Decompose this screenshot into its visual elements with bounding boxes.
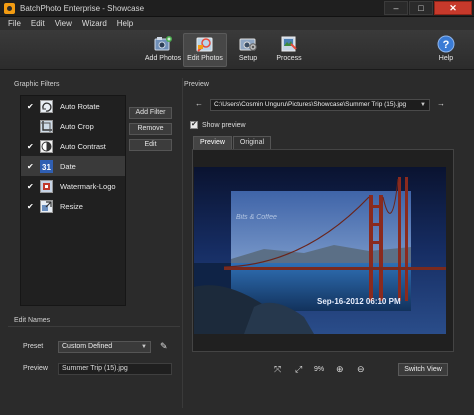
help-button[interactable]: ? Help <box>424 33 468 67</box>
show-preview-checkbox[interactable]: ✔ <box>190 121 198 129</box>
add-photos-button[interactable]: Add Photos <box>141 33 185 67</box>
check-icon[interactable]: ✔ <box>27 182 35 191</box>
svg-text:31: 31 <box>42 163 51 172</box>
filter-watermark-logo[interactable]: ✔ Watermark-Logo <box>21 176 125 196</box>
preview-name-field[interactable]: Summer Trip (15).jpg <box>58 363 172 375</box>
check-icon[interactable]: ✔ <box>27 162 35 171</box>
setup-button[interactable]: Setup <box>226 33 270 67</box>
process-icon <box>280 35 298 53</box>
preview-tabs: Preview Original <box>193 136 272 149</box>
add-filter-button[interactable]: Add Filter <box>129 107 172 119</box>
filter-label: Watermark-Logo <box>60 181 116 191</box>
edit-photos-button[interactable]: Edit Photos <box>183 33 227 67</box>
pencil-icon[interactable]: ✎ <box>160 341 170 351</box>
file-path-select[interactable]: C:\Users\Cosmin Unguru\Pictures\Showcase… <box>210 99 430 111</box>
filter-label: Auto Crop <box>60 121 94 131</box>
menu-edit[interactable]: Edit <box>31 19 45 28</box>
menu-view[interactable]: View <box>55 19 72 28</box>
preset-select[interactable]: Custom Defined ▼ <box>58 341 151 353</box>
add-photos-label: Add Photos <box>144 55 182 62</box>
filter-label: Date <box>60 161 76 171</box>
process-label: Process <box>276 55 302 62</box>
filter-label: Auto Rotate <box>60 101 100 111</box>
app-icon <box>4 3 15 14</box>
show-preview-label: Show preview <box>202 121 246 129</box>
zoom-out-icon[interactable]: ⊖ <box>357 364 365 375</box>
check-icon[interactable]: ✔ <box>27 102 35 111</box>
filter-auto-contrast[interactable]: ✔ Auto Contrast <box>21 136 125 156</box>
edit-photos-label: Edit Photos <box>187 55 223 62</box>
check-icon[interactable]: ✔ <box>27 142 35 151</box>
process-button[interactable]: Process <box>267 33 311 67</box>
edit-filter-button[interactable]: Edit <box>129 139 172 151</box>
date-stamp: Sep-16-2012 06:10 PM <box>317 297 401 306</box>
preview-image: Bits & Coffee Sep-16-2012 06:10 PM <box>194 167 446 334</box>
window-controls: – □ ✕ <box>384 1 472 15</box>
window-title: BatchPhoto Enterprise - Showcase <box>20 4 145 13</box>
filter-label: Auto Contrast <box>60 141 106 151</box>
auto-contrast-icon <box>40 139 53 153</box>
close-button[interactable]: ✕ <box>434 1 472 15</box>
menu-help[interactable]: Help <box>117 19 133 28</box>
auto-rotate-icon <box>40 99 53 113</box>
filter-label: Resize <box>60 201 83 211</box>
tab-preview[interactable]: Preview <box>193 136 232 149</box>
preset-value: Custom Defined <box>62 343 113 350</box>
auto-crop-icon <box>40 119 53 133</box>
switch-view-button[interactable]: Switch View <box>398 363 448 376</box>
previous-arrow-icon[interactable]: ← <box>195 99 203 108</box>
chevron-down-icon: ▼ <box>141 344 147 350</box>
remove-filter-button[interactable]: Remove <box>129 123 172 135</box>
help-label: Help <box>438 55 454 62</box>
file-path-value: C:\Users\Cosmin Unguru\Pictures\Showcase… <box>214 101 407 108</box>
watermark-icon <box>40 179 53 193</box>
maximize-button[interactable]: □ <box>409 1 433 15</box>
preset-label: Preset <box>23 343 44 350</box>
help-icon: ? <box>437 35 455 53</box>
zoom-level: 9% <box>314 366 325 373</box>
watermark-text: Bits & Coffee <box>236 214 277 221</box>
fit-to-window-icon[interactable]: ⤧ <box>274 364 281 375</box>
setup-icon <box>239 35 257 53</box>
main-toolbar: Add Photos Edit Photos Setup Process ? H… <box>0 30 474 70</box>
filter-auto-rotate[interactable]: ✔ Auto Rotate <box>21 96 125 116</box>
preview-title: Preview <box>184 81 209 88</box>
preview-name-label: Preview <box>23 365 48 372</box>
next-arrow-icon[interactable]: → <box>437 99 445 108</box>
setup-label: Setup <box>238 55 258 62</box>
check-icon[interactable]: ✔ <box>27 202 35 211</box>
tab-original[interactable]: Original <box>232 136 272 149</box>
filter-resize[interactable]: ✔ Resize <box>21 196 125 216</box>
menu-wizard[interactable]: Wizard <box>82 19 107 28</box>
actual-size-icon[interactable]: ⤢ <box>295 364 302 375</box>
chevron-down-icon: ▼ <box>420 102 426 108</box>
filter-date[interactable]: ✔ 31 Date <box>21 156 125 176</box>
svg-text:?: ? <box>443 39 450 51</box>
date-icon: 31 <box>40 159 53 173</box>
edit-photos-icon <box>196 35 214 53</box>
filter-auto-crop[interactable]: Auto Crop <box>21 116 125 136</box>
graphic-filters-title: Graphic Filters <box>14 81 60 88</box>
menu-file[interactable]: File <box>8 19 21 28</box>
title-bar: BatchPhoto Enterprise - Showcase – □ ✕ <box>0 0 474 17</box>
minimize-button[interactable]: – <box>384 1 408 15</box>
filters-list: ✔ Auto Rotate Auto Crop ✔ Auto Contrast … <box>20 95 126 306</box>
resize-icon <box>40 199 53 213</box>
show-preview-toggle[interactable]: ✔ Show preview <box>190 121 246 129</box>
panel-divider <box>182 78 183 408</box>
add-photos-icon <box>154 35 172 53</box>
zoom-in-icon[interactable]: ⊕ <box>336 364 344 375</box>
menu-bar: File Edit View Wizard Help <box>0 17 474 30</box>
edit-names-title: Edit Names <box>14 317 51 324</box>
